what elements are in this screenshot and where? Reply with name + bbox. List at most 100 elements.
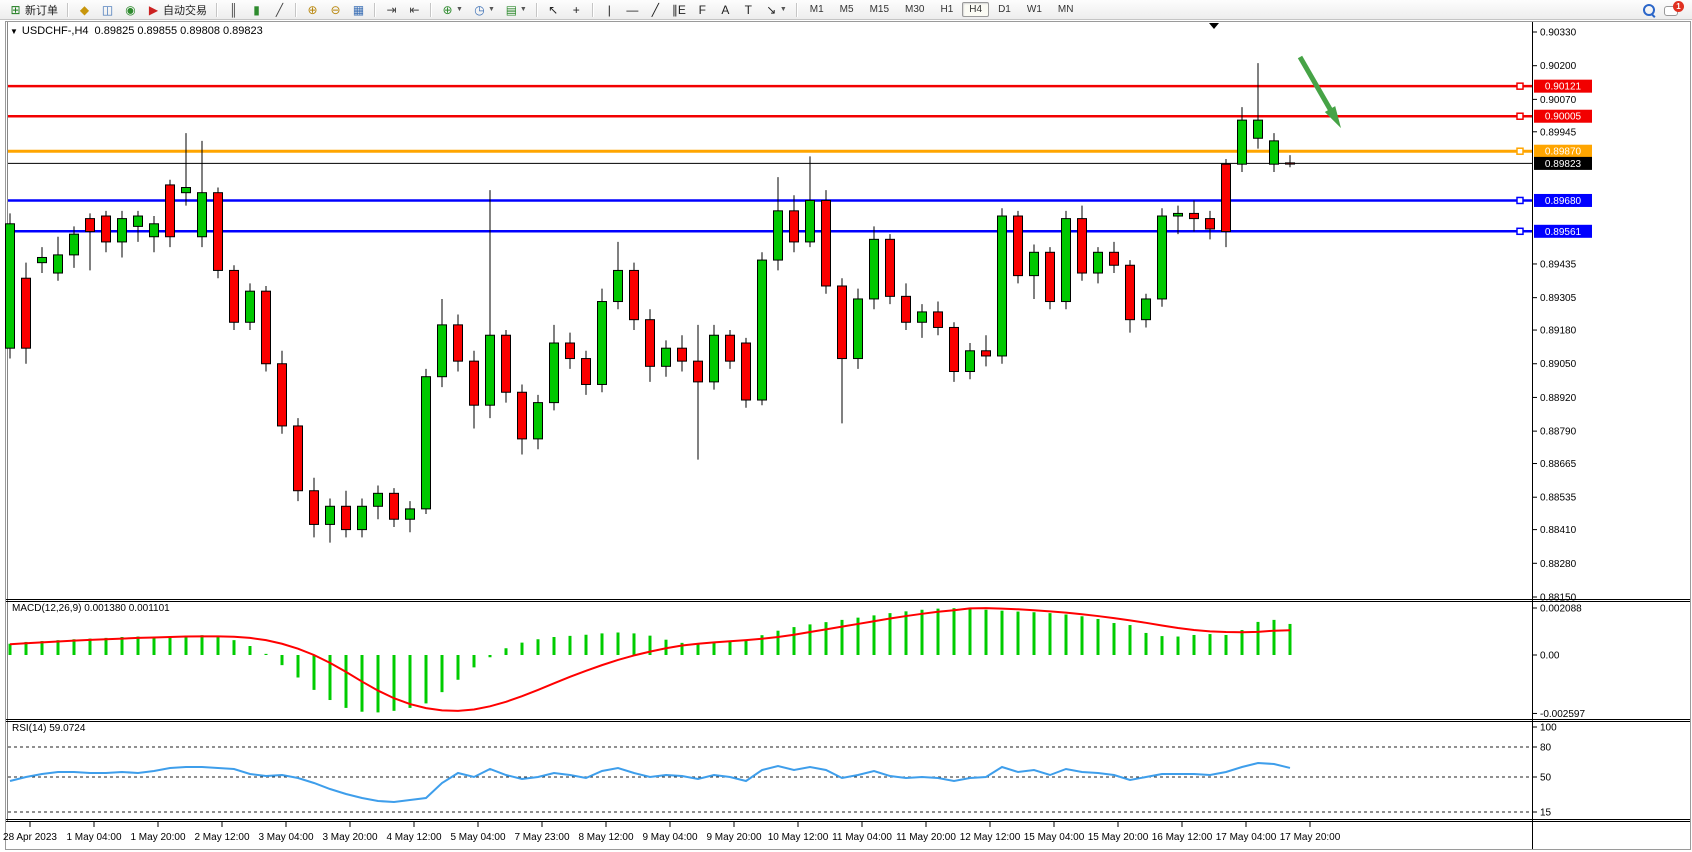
- trendline-button[interactable]: ╱: [645, 0, 666, 20]
- candlestick-icon: ▮: [250, 2, 263, 18]
- chevron-down-icon[interactable]: ▼: [780, 6, 787, 13]
- zoom-in-icon: ⊕: [306, 2, 319, 18]
- chat-icon[interactable]: 1: [1664, 3, 1682, 17]
- collapse-chart-icon[interactable]: ▼: [10, 27, 18, 36]
- chevron-down-icon[interactable]: ▼: [488, 6, 495, 13]
- svg-text:0.88410: 0.88410: [1540, 525, 1577, 536]
- channel-icon: ∥E: [672, 2, 686, 18]
- toolbar-separator: [796, 3, 798, 17]
- svg-text:0.89870: 0.89870: [1545, 147, 1582, 158]
- fibonacci-button[interactable]: F: [692, 0, 713, 20]
- svg-text:9 May 04:00: 9 May 04:00: [642, 832, 697, 843]
- text-icon: A: [719, 2, 732, 18]
- chart-shift-button[interactable]: ⇤: [404, 0, 425, 20]
- line-handle[interactable]: [1517, 113, 1523, 119]
- line-chart-icon: ╱: [273, 2, 286, 18]
- svg-text:11 May 20:00: 11 May 20:00: [896, 832, 956, 843]
- navigator-button[interactable]: ◫: [97, 0, 118, 20]
- svg-text:5 May 04:00: 5 May 04:00: [450, 832, 505, 843]
- tile-windows-button[interactable]: ▦: [348, 0, 369, 20]
- chart-window-frame: [6, 22, 1691, 850]
- templates-button[interactable]: ▤▼: [501, 0, 531, 20]
- arrows-button[interactable]: ↘▼: [761, 0, 791, 20]
- chevron-down-icon[interactable]: ▼: [520, 6, 527, 13]
- svg-text:0.89945: 0.89945: [1540, 127, 1577, 138]
- auto-trading-button[interactable]: ▶自动交易: [143, 0, 211, 20]
- crosshair-button[interactable]: +: [566, 0, 587, 20]
- indicators-button[interactable]: ⊕▼: [437, 0, 467, 20]
- periods-button[interactable]: ◷▼: [469, 0, 499, 20]
- timeframe-button-mn[interactable]: MN: [1051, 2, 1081, 17]
- chart-ohlc-quote: 0.89825 0.89855 0.89808 0.89823: [95, 25, 263, 37]
- line-handle[interactable]: [1517, 148, 1523, 154]
- arrow-objects-icon: ↘: [765, 2, 778, 18]
- zoom-in-button[interactable]: ⊕: [302, 0, 323, 20]
- timeframe-button-d1[interactable]: D1: [991, 2, 1018, 17]
- vertical-line-button[interactable]: |: [599, 0, 620, 20]
- svg-text:7 May 23:00: 7 May 23:00: [514, 832, 569, 843]
- fibonacci-icon: F: [696, 2, 709, 18]
- macd-name: MACD(12,26,9): [12, 603, 81, 614]
- timeframe-button-h4[interactable]: H4: [962, 2, 989, 17]
- svg-text:16 May 12:00: 16 May 12:00: [1152, 832, 1213, 843]
- toolbar-right-group: 1: [1642, 3, 1688, 17]
- search-icon[interactable]: [1642, 3, 1656, 17]
- svg-text:0.88790: 0.88790: [1540, 427, 1577, 438]
- toolbar-separator: [592, 3, 594, 17]
- toolbar-separator: [430, 3, 432, 17]
- svg-text:1 May 04:00: 1 May 04:00: [66, 832, 121, 843]
- line-handle[interactable]: [1517, 228, 1523, 234]
- toolbar-separator: [295, 3, 297, 17]
- svg-text:8 May 12:00: 8 May 12:00: [578, 832, 633, 843]
- terminal-button[interactable]: ◉: [120, 0, 141, 20]
- svg-text:1 May 20:00: 1 May 20:00: [130, 832, 185, 843]
- new-order-button[interactable]: ⊞新订单: [5, 0, 62, 20]
- svg-text:50: 50: [1540, 773, 1552, 784]
- text-label-button[interactable]: T: [738, 0, 759, 20]
- timeframe-button-m30[interactable]: M30: [898, 2, 931, 17]
- navigator-icon: ◫: [101, 2, 114, 18]
- svg-text:100: 100: [1540, 723, 1557, 734]
- timeframe-button-m1[interactable]: M1: [803, 2, 831, 17]
- timeframe-button-w1[interactable]: W1: [1020, 2, 1049, 17]
- cursor-icon: ↖: [547, 2, 560, 18]
- text-button[interactable]: A: [715, 0, 736, 20]
- horizontal-line-button[interactable]: —: [622, 0, 643, 20]
- chart-title-bar: ▼USDCHF-,H40.89825 0.89855 0.89808 0.898…: [10, 25, 263, 37]
- svg-text:15 May 04:00: 15 May 04:00: [1024, 832, 1085, 843]
- candlestick-chart-button[interactable]: ▮: [246, 0, 267, 20]
- timeframe-button-m5[interactable]: M5: [833, 2, 861, 17]
- line-chart-button[interactable]: ╱: [269, 0, 290, 20]
- svg-text:0.89180: 0.89180: [1540, 326, 1577, 337]
- svg-text:17 May 04:00: 17 May 04:00: [1216, 832, 1277, 843]
- svg-text:80: 80: [1540, 743, 1552, 754]
- svg-text:0.89305: 0.89305: [1540, 293, 1577, 304]
- svg-text:0.88150: 0.88150: [1540, 592, 1577, 603]
- chevron-down-icon[interactable]: ▼: [456, 6, 463, 13]
- text-label-icon: T: [742, 2, 755, 18]
- new-order-button-label: 新订单: [25, 2, 58, 18]
- zoom-out-icon: ⊖: [329, 2, 342, 18]
- chart-canvas: 0.903300.902000.900700.899450.894350.893…: [0, 0, 1692, 852]
- svg-text:0.89823: 0.89823: [1545, 159, 1582, 170]
- signal-icon: ◉: [124, 2, 137, 18]
- line-handle[interactable]: [1517, 197, 1523, 203]
- auto-scroll-button[interactable]: ⇥: [381, 0, 402, 20]
- line-handle[interactable]: [1517, 83, 1523, 89]
- svg-text:15 May 20:00: 15 May 20:00: [1088, 832, 1149, 843]
- svg-text:0.90330: 0.90330: [1540, 28, 1577, 39]
- timeframe-button-h1[interactable]: H1: [933, 2, 960, 17]
- svg-text:0.89435: 0.89435: [1540, 259, 1577, 270]
- svg-text:3 May 20:00: 3 May 20:00: [322, 832, 377, 843]
- market-watch-button[interactable]: ◆: [74, 0, 95, 20]
- vertical-line-icon: |: [603, 2, 616, 18]
- cursor-button[interactable]: ↖: [543, 0, 564, 20]
- toolbar: ⊞新订单◆◫◉▶自动交易║▮╱⊕⊖▦⇥⇤⊕▼◷▼▤▼↖+|—╱∥EFAT↘▼M1…: [0, 0, 1692, 20]
- zoom-out-button[interactable]: ⊖: [325, 0, 346, 20]
- auto-trading-button-label: 自动交易: [163, 2, 207, 18]
- svg-text:28 Apr 2023: 28 Apr 2023: [3, 832, 57, 843]
- bar-chart-button[interactable]: ║: [223, 0, 244, 20]
- equidistant-channel-button[interactable]: ∥E: [668, 0, 690, 20]
- timeframe-button-m15[interactable]: M15: [863, 2, 896, 17]
- toolbar-separator: [536, 3, 538, 17]
